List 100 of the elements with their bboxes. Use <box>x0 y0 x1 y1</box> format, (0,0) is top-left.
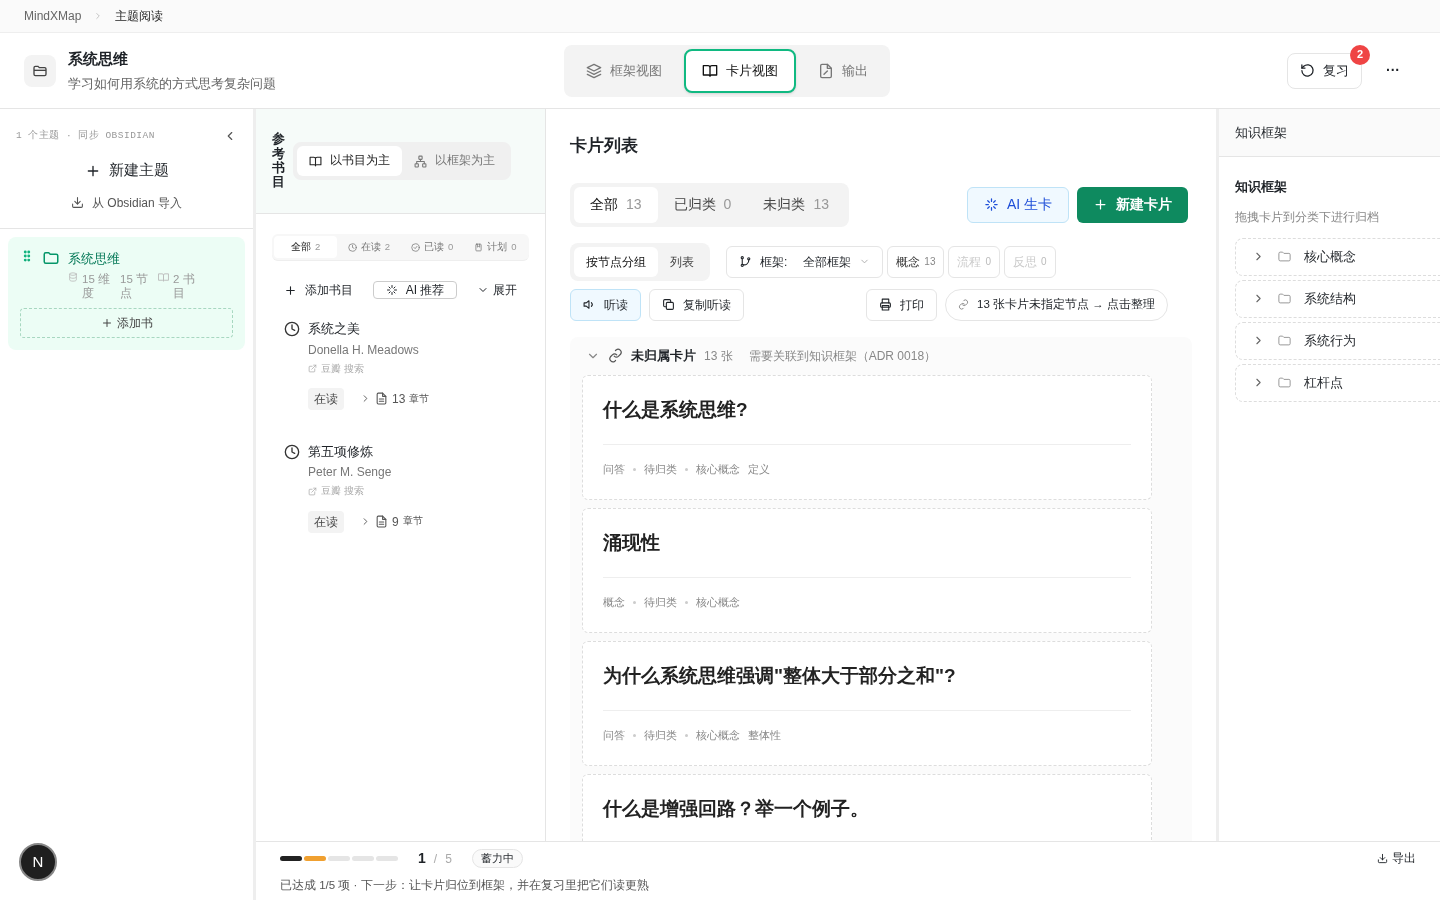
link-icon <box>958 299 970 310</box>
add-book-button[interactable]: 添加书 <box>20 308 233 339</box>
sparkle-icon <box>983 197 999 212</box>
speaker-icon <box>583 298 596 311</box>
topic-card[interactable]: 系统思维 15 维度 15 节点 2 书目 添加书 <box>8 236 245 351</box>
card[interactable]: 什么是增强回路？举一个例子。 <box>582 773 1152 841</box>
card-tag: 核心概念 <box>696 727 740 744</box>
card-tag: 待归类 <box>644 727 677 744</box>
card-title: 什么是系统思维? <box>603 397 749 422</box>
card-tag: 概念 <box>603 594 625 611</box>
print-button[interactable]: 打印 <box>866 288 938 321</box>
mode-toggle[interactable]: 以框架为主 <box>402 146 507 176</box>
plus-icon <box>100 317 113 330</box>
refresh-icon <box>1300 63 1315 78</box>
stat-text: 15 维度 <box>82 272 111 301</box>
breadcrumb-link[interactable]: MindXMap <box>24 7 82 25</box>
more-button[interactable]: ··· <box>1386 60 1416 81</box>
card[interactable]: 什么是系统思维? 问答 待归类 核心概念 定义 <box>582 374 1152 500</box>
section-title: 卡片列表 <box>570 135 639 157</box>
bookmark-icon <box>474 242 484 252</box>
plus-icon <box>1093 197 1108 212</box>
sparkle-icon <box>385 284 398 296</box>
new-topic-button[interactable]: 新建主题 <box>84 159 169 182</box>
panel-title: 知识框架 <box>1219 109 1440 157</box>
chapters-toggle[interactable]: 13 章节 <box>360 389 430 408</box>
open-book-icon <box>309 154 322 168</box>
folder-icon <box>1277 249 1292 265</box>
card-tag: 核心概念 <box>696 594 740 611</box>
external-link-icon <box>308 364 317 374</box>
ai-recommend-button[interactable]: AI 推荐 <box>372 281 458 299</box>
document-icon <box>375 515 388 528</box>
framework-node[interactable]: 系统行为 <box>1235 321 1440 360</box>
export-button[interactable]: 导出 <box>1377 849 1416 868</box>
topic-name: 系统思维 <box>68 249 121 268</box>
view-tab[interactable]: 卡片视图 <box>684 48 796 93</box>
stat-text: 15 节点 <box>120 272 149 301</box>
group-mode-tab[interactable]: 按节点分组 <box>574 246 658 277</box>
book-title: 系统之美 <box>308 320 360 338</box>
notification-badge: 2 <box>1350 44 1370 65</box>
framework-node[interactable]: 系统结构 <box>1235 279 1440 318</box>
database-icon <box>68 272 78 283</box>
folder-icon <box>1277 291 1292 307</box>
file-icon <box>818 62 834 79</box>
framework-node[interactable]: 杠杆点 <box>1235 363 1440 402</box>
topic-subtitle: 学习如何用系统的方式思考复杂问题 <box>68 75 276 93</box>
card-tag: 问答 <box>603 461 625 478</box>
framework-node[interactable]: 核心概念 <box>1235 237 1440 276</box>
status-badge: 蓄力中 <box>471 849 523 868</box>
group-count: 13 张 <box>704 347 733 365</box>
book-author: Peter M. Senge <box>308 464 393 482</box>
group-mode-tab[interactable]: 列表 <box>658 246 706 277</box>
printer-icon <box>879 298 893 311</box>
external-link-icon <box>308 486 317 496</box>
expand-button[interactable]: 展开 <box>477 281 517 299</box>
card-tab[interactable]: 全部 13 <box>574 186 658 223</box>
user-avatar[interactable]: N <box>19 843 57 881</box>
card[interactable]: 涌现性 概念 待归类 核心概念 <box>582 507 1152 633</box>
branch-icon <box>739 255 752 268</box>
open-book-icon <box>702 62 718 79</box>
mode-toggle[interactable]: 以书目为主 <box>297 146 402 176</box>
chapters-toggle[interactable]: 9 章节 <box>360 512 423 531</box>
card-tab[interactable]: 已归类 0 <box>657 186 748 223</box>
filter-tab[interactable]: 计划 0 <box>463 236 527 258</box>
listen-button[interactable]: 听读 <box>570 288 641 321</box>
breadcrumb-link[interactable]: 主题阅读 <box>115 7 164 25</box>
card-tab[interactable]: 未归类 13 <box>747 186 845 223</box>
card-tag: 整体性 <box>748 727 781 744</box>
status-tag: 在读 <box>308 510 344 533</box>
type-filter[interactable]: 概念 13 <box>887 245 945 278</box>
card-tag: 待归类 <box>644 594 677 611</box>
framework-dropdown[interactable]: 框架: 全部框架 <box>726 245 884 278</box>
folder-icon <box>1277 333 1292 349</box>
status-tag: 在读 <box>308 387 344 410</box>
card-title: 涌现性 <box>603 530 661 555</box>
filter-tab[interactable]: 在读 2 <box>337 236 401 258</box>
card-tag: 核心概念 <box>696 461 740 478</box>
link-icon <box>608 348 623 363</box>
ai-generate-button[interactable]: AI 生卡 <box>966 186 1069 223</box>
plus-icon <box>284 283 297 297</box>
panel-hint: 拖拽卡片到分类下进行归档 <box>1235 209 1380 225</box>
card-tag: 待归类 <box>644 461 677 478</box>
copy-button[interactable]: 复制听读 <box>649 288 744 321</box>
group-title: 未归属卡片 <box>631 346 696 365</box>
new-card-button[interactable]: 新建卡片 <box>1077 186 1188 223</box>
step-total: 5 <box>445 850 452 868</box>
download-icon <box>71 196 84 210</box>
view-tab[interactable]: 输出 <box>800 48 886 93</box>
clock-icon <box>284 443 300 460</box>
filter-tab[interactable]: 已读 0 <box>400 236 464 258</box>
step-separator: / <box>433 850 438 868</box>
layers-icon <box>586 62 602 79</box>
add-book-button[interactable]: 添加书目 <box>284 281 353 299</box>
card[interactable]: 为什么系统思维强调"整体大于部分之和"? 问答 待归类 核心概念 整体性 <box>582 640 1152 766</box>
filter-tab[interactable]: 全部 2 <box>274 236 338 258</box>
download-icon <box>1377 852 1388 864</box>
check-icon <box>410 242 420 252</box>
view-tab[interactable]: 框架视图 <box>568 48 680 93</box>
open-book-icon <box>158 272 169 284</box>
folder-icon <box>24 54 56 87</box>
import-button[interactable]: 从 Obsidian 导入 <box>71 193 182 212</box>
